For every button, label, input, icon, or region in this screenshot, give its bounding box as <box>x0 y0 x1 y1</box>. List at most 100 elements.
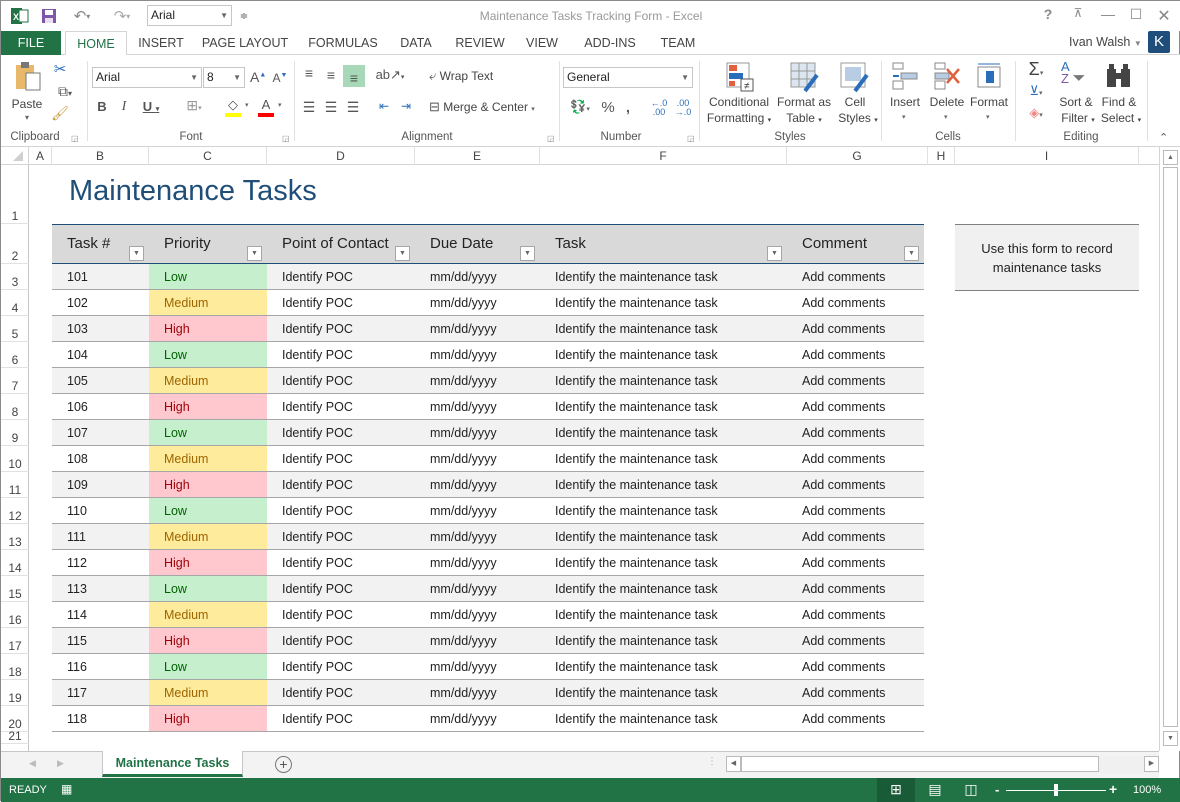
poc-cell[interactable]: Identify POC <box>267 368 415 394</box>
col-header-c[interactable]: C <box>149 147 267 165</box>
priority-cell[interactable]: High <box>149 706 267 731</box>
poc-cell[interactable]: Identify POC <box>267 394 415 420</box>
col-header-i[interactable]: I <box>955 147 1139 165</box>
task-number-cell[interactable]: 110 <box>52 498 149 524</box>
task-cell[interactable]: Identify the maintenance task <box>540 680 787 706</box>
font-color-button[interactable]: A ▾ <box>258 97 290 117</box>
poc-cell[interactable]: Identify POC <box>267 264 415 290</box>
user-name[interactable]: Ivan Walsh ▼ <box>1069 35 1142 49</box>
font-name-combo[interactable]: Arial ▼ <box>92 67 202 88</box>
task-cell[interactable]: Identify the maintenance task <box>540 420 787 446</box>
due-date-cell[interactable]: mm/dd/yyyy <box>415 680 540 706</box>
fill-icon[interactable]: ⊻▾ <box>1021 83 1051 99</box>
due-date-cell[interactable]: mm/dd/yyyy <box>415 654 540 680</box>
poc-cell[interactable]: Identify POC <box>267 472 415 498</box>
task-number-cell[interactable]: 107 <box>52 420 149 446</box>
comment-cell[interactable]: Add comments <box>787 628 924 654</box>
grow-font-icon[interactable]: A▲ <box>250 69 266 85</box>
filter-dropdown-point-of-contact[interactable]: ▼ <box>395 246 410 261</box>
wrap-text-button[interactable]: ⤶ Wrap Text <box>429 68 519 86</box>
priority-cell[interactable]: High <box>149 316 267 341</box>
ribbon-display-icon[interactable]: ⊼ <box>1065 6 1091 26</box>
priority-cell[interactable]: Medium <box>149 446 267 471</box>
delete-cells-button[interactable]: Delete ▾ <box>927 61 967 129</box>
decrease-indent-icon[interactable]: ⇤ <box>375 99 393 113</box>
priority-cell[interactable]: Low <box>149 498 267 523</box>
due-date-cell[interactable]: mm/dd/yyyy <box>415 316 540 342</box>
zoom-out-icon[interactable]: - <box>995 782 999 797</box>
italic-icon[interactable]: I <box>117 99 131 115</box>
shrink-font-icon[interactable]: A▼ <box>272 71 288 85</box>
merge-center-button[interactable]: ⊟ Merge & Center ▾ <box>429 99 553 117</box>
clipboard-launcher-icon[interactable]: ◲ <box>71 134 79 143</box>
next-sheet-icon[interactable]: ▶ <box>57 758 64 769</box>
minimize-icon[interactable]: — <box>1095 6 1121 26</box>
new-sheet-icon[interactable]: + <box>275 756 292 773</box>
due-date-cell[interactable]: mm/dd/yyyy <box>415 628 540 654</box>
col-header-f[interactable]: F <box>540 147 787 165</box>
poc-cell[interactable]: Identify POC <box>267 524 415 550</box>
due-date-cell[interactable]: mm/dd/yyyy <box>415 498 540 524</box>
sheet-tab-maintenance-tasks[interactable]: Maintenance Tasks <box>102 751 243 777</box>
poc-cell[interactable]: Identify POC <box>267 602 415 628</box>
poc-cell[interactable]: Identify POC <box>267 654 415 680</box>
task-cell[interactable]: Identify the maintenance task <box>540 368 787 394</box>
comment-cell[interactable]: Add comments <box>787 394 924 420</box>
task-cell[interactable]: Identify the maintenance task <box>540 706 787 732</box>
row-header[interactable]: 2 <box>1 224 29 264</box>
cut-icon[interactable]: ✂ <box>51 60 69 78</box>
priority-cell[interactable]: Medium <box>149 524 267 549</box>
comment-cell[interactable]: Add comments <box>787 290 924 316</box>
top-align-icon[interactable]: ≡ <box>299 65 319 81</box>
fill-color-button[interactable]: ◇ ▾ <box>225 97 257 117</box>
tab-team[interactable]: TEAM <box>653 31 703 55</box>
task-number-cell[interactable]: 114 <box>52 602 149 628</box>
task-cell[interactable]: Identify the maintenance task <box>540 628 787 654</box>
comment-cell[interactable]: Add comments <box>787 446 924 472</box>
task-cell[interactable]: Identify the maintenance task <box>540 524 787 550</box>
priority-cell[interactable]: Low <box>149 576 267 601</box>
priority-cell[interactable]: Low <box>149 654 267 679</box>
horizontal-scrollbar[interactable]: ◀ ▶ <box>726 756 1159 773</box>
borders-icon[interactable]: ⊞▾ <box>179 97 209 114</box>
poc-cell[interactable]: Identify POC <box>267 706 415 732</box>
task-cell[interactable]: Identify the maintenance task <box>540 446 787 472</box>
task-cell[interactable]: Identify the maintenance task <box>540 290 787 316</box>
priority-cell[interactable]: Medium <box>149 680 267 705</box>
task-cell[interactable]: Identify the maintenance task <box>540 394 787 420</box>
comment-cell[interactable]: Add comments <box>787 368 924 394</box>
priority-cell[interactable]: High <box>149 628 267 653</box>
percent-icon[interactable]: % <box>599 99 617 116</box>
task-number-cell[interactable]: 115 <box>52 628 149 654</box>
zoom-in-icon[interactable]: + <box>1109 781 1117 797</box>
paste-button[interactable]: Paste ▾ <box>11 61 45 122</box>
scroll-down-icon[interactable]: ▼ <box>1163 731 1178 746</box>
tab-add-ins[interactable]: ADD-INS <box>577 31 643 55</box>
help-icon[interactable]: ? <box>1035 6 1061 26</box>
col-header-h[interactable]: H <box>928 147 955 165</box>
task-number-cell[interactable]: 113 <box>52 576 149 602</box>
align-right-icon[interactable]: ☰ <box>343 99 363 116</box>
accounting-format-icon[interactable]: 💱▾ <box>565 99 595 115</box>
task-number-cell[interactable]: 105 <box>52 368 149 394</box>
poc-cell[interactable]: Identify POC <box>267 342 415 368</box>
tab-insert[interactable]: INSERT <box>135 31 187 55</box>
middle-align-icon[interactable]: ≡ <box>321 67 341 83</box>
comment-cell[interactable]: Add comments <box>787 524 924 550</box>
priority-cell[interactable]: Low <box>149 264 267 289</box>
vertical-scroll-thumb[interactable] <box>1163 167 1178 727</box>
align-center-icon[interactable]: ☰ <box>321 99 341 116</box>
prev-sheet-icon[interactable]: ◀ <box>29 758 36 769</box>
col-header-e[interactable]: E <box>415 147 540 165</box>
comment-cell[interactable]: Add comments <box>787 576 924 602</box>
zoom-slider-handle[interactable] <box>1054 784 1058 796</box>
task-number-cell[interactable]: 101 <box>52 264 149 290</box>
due-date-cell[interactable]: mm/dd/yyyy <box>415 420 540 446</box>
priority-cell[interactable]: Medium <box>149 290 267 315</box>
scroll-left-icon[interactable]: ◀ <box>726 756 741 772</box>
col-header-d[interactable]: D <box>267 147 415 165</box>
filter-dropdown-task[interactable]: ▼ <box>767 246 782 261</box>
task-cell[interactable]: Identify the maintenance task <box>540 264 787 290</box>
filter-dropdown-task-number[interactable]: ▼ <box>129 246 144 261</box>
poc-cell[interactable]: Identify POC <box>267 316 415 342</box>
